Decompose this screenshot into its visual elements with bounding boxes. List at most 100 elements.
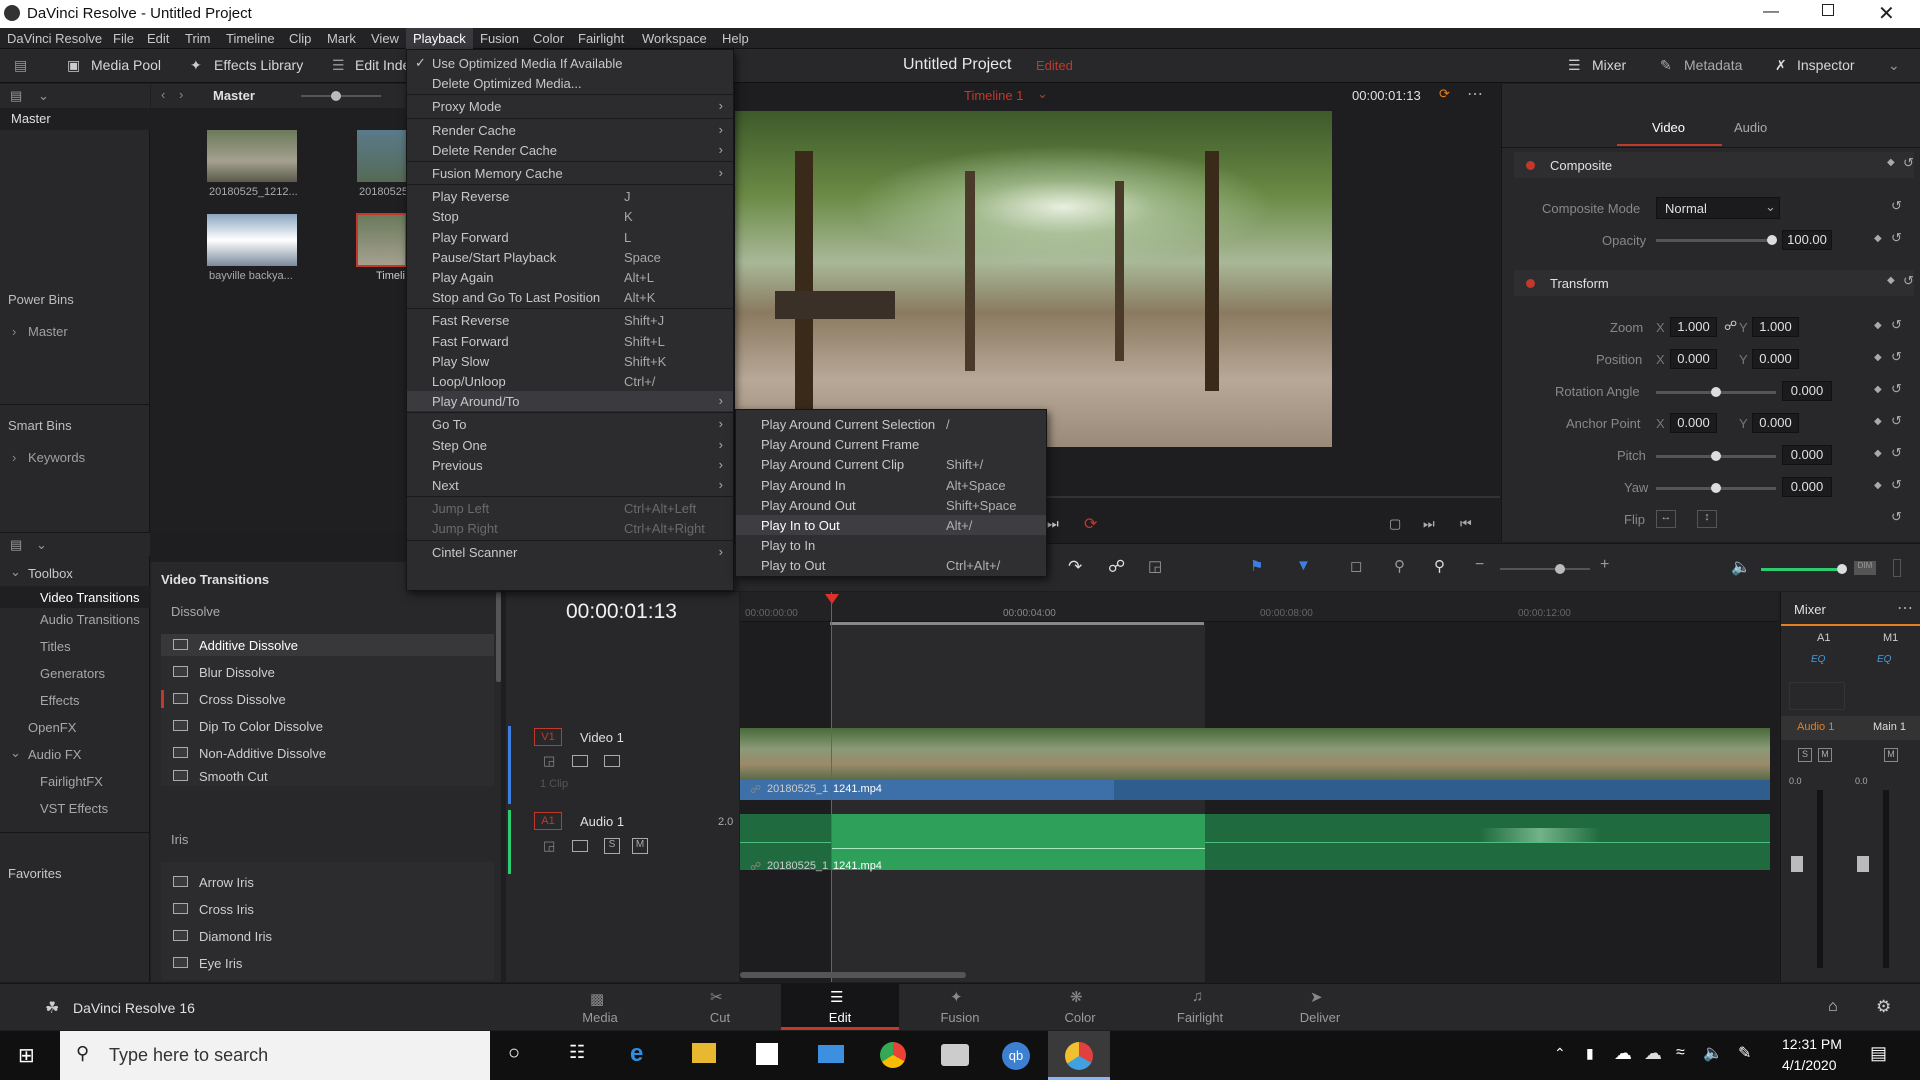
reset-icon[interactable]: ↺ xyxy=(1891,317,1902,333)
keyframe-icon[interactable]: ◆ xyxy=(1887,157,1895,168)
page-edit[interactable]: Edit xyxy=(790,1010,890,1025)
menu-item[interactable]: Next › xyxy=(407,475,733,495)
tree-effects[interactable]: Effects xyxy=(40,693,80,708)
metadata-button[interactable]: Metadata xyxy=(1684,57,1742,73)
battery-icon[interactable]: ▮ xyxy=(1586,1045,1594,1062)
page-cut[interactable]: Cut xyxy=(670,1010,770,1025)
effect-item[interactable]: Cross Iris xyxy=(161,898,494,920)
menu-item[interactable]: Stop K xyxy=(407,206,733,226)
mail-icon[interactable] xyxy=(818,1045,844,1063)
reset-icon[interactable]: ↺ xyxy=(1891,198,1902,214)
fader-audio1[interactable] xyxy=(1791,856,1803,872)
match-frame-icon[interactable]: ▢ xyxy=(1389,516,1401,532)
menu-fusion[interactable]: Fusion xyxy=(480,31,519,46)
close-icon[interactable]: ✕ xyxy=(1878,1,1895,26)
menu-playback[interactable]: Playback xyxy=(406,28,473,49)
position-y-value[interactable]: 0.000 xyxy=(1752,349,1799,369)
mute-button[interactable]: M xyxy=(1884,748,1898,762)
effects-scrollbar[interactable] xyxy=(496,592,501,682)
submenu-item[interactable]: Play Around In Alt+Space xyxy=(736,475,1046,495)
panel-toggle-icon[interactable]: ▤ xyxy=(10,537,22,553)
menu-file[interactable]: File xyxy=(113,31,134,46)
minimize-icon[interactable]: — xyxy=(1763,3,1779,21)
page-deliver[interactable]: Deliver xyxy=(1270,1010,1370,1025)
menu-item[interactable]: Pause/Start Playback Space xyxy=(407,247,733,267)
sync-icon[interactable]: ⟳ xyxy=(1439,86,1450,102)
menu-item[interactable]: Fusion Memory Cache › xyxy=(407,163,733,183)
power-bins-master[interactable]: Master xyxy=(28,324,68,339)
restore-icon[interactable] xyxy=(1822,4,1834,16)
more-icon[interactable]: ⋯ xyxy=(1897,598,1913,618)
submenu-item[interactable]: Play to In xyxy=(736,535,1046,555)
solo-button[interactable]: S xyxy=(1798,748,1812,762)
video-clip[interactable] xyxy=(740,728,1770,780)
page-color[interactable]: Color xyxy=(1030,1010,1130,1025)
enable-dot[interactable] xyxy=(1526,161,1535,170)
menu-item[interactable]: Play Around/To › xyxy=(407,391,733,412)
effect-item[interactable]: Smooth Cut xyxy=(161,765,494,787)
keyframe-icon[interactable]: ◆ xyxy=(1874,384,1882,395)
menu-davinci[interactable]: DaVinci Resolve xyxy=(7,31,102,46)
menu-item[interactable]: Step One › xyxy=(407,435,733,455)
tree-vst-effects[interactable]: VST Effects xyxy=(40,801,108,816)
expand-icon[interactable]: ⌄ xyxy=(1888,57,1900,74)
menu-fairlight[interactable]: Fairlight xyxy=(578,31,624,46)
pan-control[interactable] xyxy=(1789,682,1845,710)
submenu-item[interactable]: Play In to Out Alt+/ xyxy=(736,515,1046,535)
inspector-tab-audio[interactable]: Audio xyxy=(1734,120,1767,135)
blade-icon[interactable]: ↷ xyxy=(1068,557,1082,577)
next-clip-icon[interactable]: ⏭ xyxy=(1047,516,1059,532)
onedrive-icon[interactable]: ☁ xyxy=(1644,1043,1662,1064)
effect-item[interactable]: Diamond Iris xyxy=(161,925,494,947)
video-clip-label-bar[interactable]: ☍ 20180525_1 1241.mp4 xyxy=(740,780,1114,800)
menu-item[interactable]: Fast Forward Shift+L xyxy=(407,331,733,351)
auto-select-icon[interactable] xyxy=(572,755,588,767)
tree-favorites[interactable]: Favorites xyxy=(8,866,61,881)
yaw-value[interactable]: 0.000 xyxy=(1782,477,1832,497)
qbittorrent-icon[interactable]: qb xyxy=(1002,1042,1030,1070)
timeline-thumbnail[interactable] xyxy=(356,213,407,267)
rotation-value[interactable]: 0.000 xyxy=(1782,381,1832,401)
composite-section[interactable]: Composite ◆ ↺ xyxy=(1514,152,1914,178)
link-icon[interactable]: ☍ xyxy=(1108,557,1125,577)
flag-icon[interactable]: ⚑ xyxy=(1250,557,1263,575)
clip-thumbnail[interactable] xyxy=(207,214,297,266)
yaw-slider[interactable] xyxy=(1711,483,1721,493)
tree-generators[interactable]: Generators xyxy=(40,666,105,681)
edit-index-button[interactable]: Edit Inde xyxy=(355,57,410,73)
tree-audio-fx[interactable]: Audio FX xyxy=(28,747,81,762)
eq-icon[interactable]: EQ xyxy=(1811,654,1825,665)
chevron-down-icon[interactable]: ⌄ xyxy=(10,745,21,761)
media-pool-button[interactable]: Media Pool xyxy=(91,57,161,73)
reset-icon[interactable]: ↺ xyxy=(1891,477,1902,493)
marker-icon[interactable]: ▼ xyxy=(1296,557,1311,574)
page-fusion[interactable]: Fusion xyxy=(910,1010,1010,1025)
app-icon[interactable] xyxy=(941,1044,969,1066)
track-a1-badge[interactable]: A1 xyxy=(534,812,562,830)
menu-item[interactable]: Proxy Mode › xyxy=(407,96,733,116)
menu-edit[interactable]: Edit xyxy=(147,31,169,46)
rotation-slider[interactable] xyxy=(1711,387,1721,397)
keyframe-icon[interactable]: ◆ xyxy=(1874,448,1882,459)
transform-section[interactable]: Transform ◆ ↺ xyxy=(1514,270,1914,296)
menu-item[interactable]: Render Cache › xyxy=(407,120,733,140)
page-media[interactable]: Media xyxy=(550,1010,650,1025)
reset-icon[interactable]: ↺ xyxy=(1891,349,1902,365)
track-v1-badge[interactable]: V1 xyxy=(534,728,562,746)
tree-openfx[interactable]: OpenFX xyxy=(28,720,76,735)
chevron-down-icon[interactable]: ⌄ xyxy=(38,88,49,104)
mute-button[interactable]: M xyxy=(632,838,648,854)
anchor-x-value[interactable]: 0.000 xyxy=(1670,413,1717,433)
timeline-ruler[interactable]: 00:00:00:00 00:00:04:00 00:00:08:00 00:0… xyxy=(740,592,1778,625)
keyframe-icon[interactable]: ◆ xyxy=(1874,416,1882,427)
zoom-in-icon[interactable]: + xyxy=(1600,556,1609,574)
menu-timeline[interactable]: Timeline xyxy=(226,31,275,46)
menu-item[interactable]: Play Reverse J xyxy=(407,186,733,206)
chevron-right-icon[interactable]: › xyxy=(12,450,16,465)
timeline-scrollbar[interactable] xyxy=(740,972,966,978)
wifi-icon[interactable]: ≈ xyxy=(1676,1044,1685,1062)
eq-icon[interactable]: EQ xyxy=(1877,654,1891,665)
next-edit-icon[interactable]: ⏭ xyxy=(1423,516,1435,532)
volume-slider[interactable] xyxy=(1837,564,1847,574)
thumbnail-size-slider[interactable] xyxy=(331,91,341,101)
